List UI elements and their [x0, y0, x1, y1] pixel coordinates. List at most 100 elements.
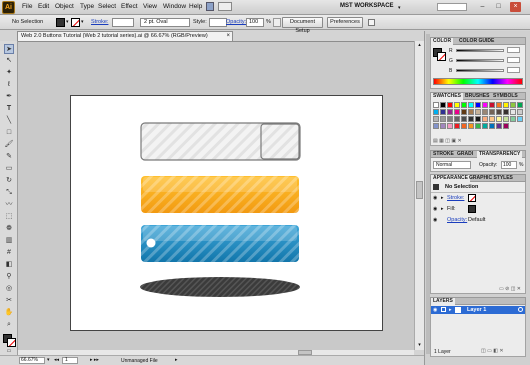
swatch-item[interactable]: [440, 116, 446, 122]
close-tab-icon[interactable]: ×: [226, 32, 230, 41]
swatch-item[interactable]: [440, 102, 446, 108]
swatch-item[interactable]: [482, 109, 488, 115]
bridge-icon[interactable]: [206, 2, 214, 11]
stroke-swatch-icon[interactable]: [71, 18, 80, 27]
next-page-icon[interactable]: ▸ ▸▸: [90, 357, 99, 363]
swatch-item[interactable]: [510, 116, 516, 122]
line-tool-icon[interactable]: ╲: [4, 116, 14, 126]
minimize-icon[interactable]: –: [477, 2, 488, 12]
scroll-up-icon[interactable]: ▴: [416, 42, 423, 49]
rectangle-tool-icon[interactable]: □: [4, 128, 14, 138]
swatch-item[interactable]: [517, 109, 523, 115]
chevron-down-icon[interactable]: ▾: [47, 357, 50, 363]
gradient-tool-icon[interactable]: ◧: [4, 260, 14, 270]
tab-brushes[interactable]: BRUSHES: [463, 93, 491, 100]
red-slider[interactable]: [456, 49, 504, 52]
color-spectrum[interactable]: [433, 78, 523, 85]
vertical-scrollbar[interactable]: ▴ ▾: [414, 41, 424, 350]
symbol-sprayer-tool-icon[interactable]: ❁: [4, 224, 14, 234]
first-page-icon[interactable]: ◂◂: [54, 357, 59, 363]
expand-icon[interactable]: ▸: [441, 195, 444, 201]
workspace-switcher[interactable]: MST WORKSPACE: [340, 3, 394, 9]
document-setup-icon[interactable]: [273, 18, 281, 27]
tab-graphic-styles[interactable]: GRAPHIC STYLES: [467, 175, 515, 182]
swatch-item[interactable]: [468, 109, 474, 115]
scale-tool-icon[interactable]: ⤡: [4, 188, 14, 198]
swatch-item[interactable]: [454, 116, 460, 122]
free-transform-tool-icon[interactable]: ⬚: [4, 212, 14, 222]
orange-button-shape[interactable]: [141, 176, 299, 213]
brush-definition-select[interactable]: 2 pt. Oval: [140, 18, 190, 27]
appearance-opacity-label[interactable]: Opacity:: [447, 217, 467, 223]
swatch-item[interactable]: [510, 102, 516, 108]
swatch-footer-icons[interactable]: ▤ ▦ ◫ ▣ ✕: [433, 139, 525, 144]
swatch-item[interactable]: [475, 109, 481, 115]
chevron-down-icon[interactable]: ▾: [398, 5, 401, 11]
tab-stroke[interactable]: STROKE: [431, 151, 456, 158]
swatch-item[interactable]: [517, 116, 523, 122]
menu-file[interactable]: File: [22, 3, 32, 10]
appearance-stroke-label[interactable]: Stroke:: [447, 195, 464, 201]
preferences-button[interactable]: Preferences: [327, 17, 363, 28]
pen-tool-icon[interactable]: ✒: [4, 92, 14, 102]
blend-mode-select[interactable]: Normal: [433, 161, 471, 169]
green-value-field[interactable]: [507, 57, 520, 63]
swatch-item[interactable]: [461, 102, 467, 108]
artboard[interactable]: [70, 95, 383, 331]
hand-tool-icon[interactable]: ✋: [4, 308, 14, 318]
swatch-item[interactable]: [468, 123, 474, 129]
swatch-item[interactable]: [475, 116, 481, 122]
swatch-item[interactable]: [433, 116, 439, 122]
swatch-item[interactable]: [517, 102, 523, 108]
opacity-field[interactable]: 100: [246, 18, 264, 27]
swatch-item[interactable]: [496, 102, 502, 108]
menu-effect[interactable]: Effect: [121, 3, 138, 10]
layer-target-icon[interactable]: [518, 307, 523, 312]
graphic-style-select[interactable]: [209, 18, 227, 27]
eraser-tool-icon[interactable]: ▭: [4, 164, 14, 174]
slice-tool-icon[interactable]: ✂: [4, 296, 14, 306]
tab-swatches[interactable]: SWATCHES: [431, 93, 463, 100]
layer-row[interactable]: ◉ ▸ Layer 1: [431, 306, 525, 314]
swatch-item[interactable]: [454, 102, 460, 108]
eye-icon[interactable]: ◉: [433, 307, 437, 313]
swatch-item[interactable]: [447, 109, 453, 115]
swatch-item[interactable]: [496, 123, 502, 129]
swatch-item[interactable]: [433, 123, 439, 129]
graph-tool-icon[interactable]: ▥: [4, 236, 14, 246]
swatch-item[interactable]: [475, 123, 481, 129]
swatch-item[interactable]: [440, 109, 446, 115]
stroke-swatch-icon[interactable]: [468, 194, 476, 202]
stroke-label[interactable]: Stroke:: [91, 19, 108, 25]
menu-object[interactable]: Object: [55, 3, 74, 10]
green-slider[interactable]: [456, 59, 504, 62]
swatch-item[interactable]: [503, 116, 509, 122]
swatch-item[interactable]: [468, 102, 474, 108]
pencil-tool-icon[interactable]: ✎: [4, 152, 14, 162]
chevron-down-icon[interactable]: ▾: [66, 19, 69, 25]
swatch-item[interactable]: [503, 123, 509, 129]
page-field[interactable]: 1: [62, 357, 78, 364]
tab-transparency[interactable]: TRANSPARENCY: [477, 151, 523, 158]
tab-appearance[interactable]: APPEARANCE: [431, 175, 471, 182]
eye-icon[interactable]: ◉: [433, 217, 437, 223]
tab-color-guide[interactable]: COLOR GUIDE: [457, 38, 496, 45]
document-tab[interactable]: Web 2.0 Buttons Tutorial (Web 2 tutorial…: [17, 31, 233, 41]
swatch-item[interactable]: [433, 102, 439, 108]
menu-type[interactable]: Type: [80, 3, 94, 10]
swatch-item[interactable]: [475, 102, 481, 108]
shadow-ellipse[interactable]: [140, 277, 300, 297]
menu-edit[interactable]: Edit: [38, 3, 49, 10]
swatch-item[interactable]: [454, 109, 460, 115]
tab-symbols[interactable]: SYMBOLS: [491, 93, 520, 100]
stroke-color-icon[interactable]: [437, 52, 446, 61]
swatch-item[interactable]: [503, 102, 509, 108]
swatch-item[interactable]: [454, 123, 460, 129]
transparency-opacity-field[interactable]: 100: [501, 161, 517, 169]
blue-value-field[interactable]: [507, 67, 520, 73]
status-menu-icon[interactable]: ▸: [175, 357, 178, 363]
zoom-tool-icon[interactable]: ⌕: [4, 320, 14, 330]
fill-swatch-icon[interactable]: [468, 205, 476, 213]
swatch-item[interactable]: [496, 116, 502, 122]
swatch-item[interactable]: [482, 123, 488, 129]
